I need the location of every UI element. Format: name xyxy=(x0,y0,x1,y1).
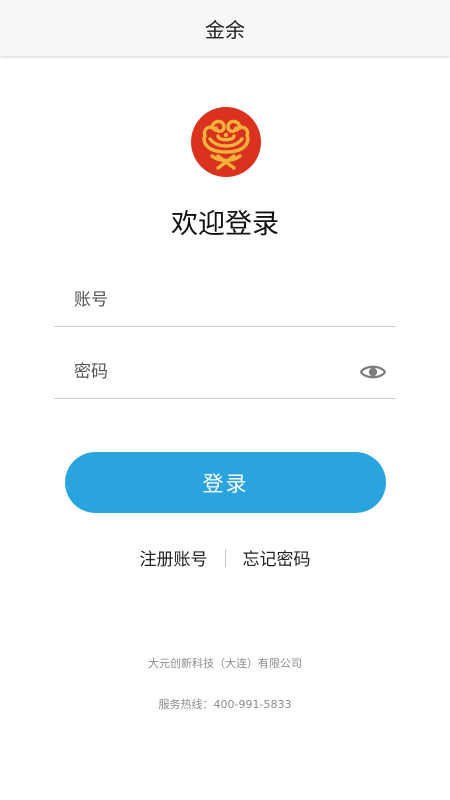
account-links: 注册账号 忘记密码 xyxy=(0,545,450,570)
register-link[interactable]: 注册账号 xyxy=(140,545,208,570)
app-title: 金余 xyxy=(205,17,245,42)
top-bar: 金余 xyxy=(0,0,450,56)
auspicious-cloud-logo-icon xyxy=(191,107,261,177)
eye-icon[interactable] xyxy=(360,362,386,382)
welcome-heading: 欢迎登录 xyxy=(171,209,279,240)
account-field xyxy=(54,274,396,327)
company-name: 大元创新科技（大连）有限公司 xyxy=(148,657,302,670)
password-field xyxy=(54,346,396,399)
forgot-password-link[interactable]: 忘记密码 xyxy=(243,545,311,570)
service-hotline: 服务热线：400-991-5833 xyxy=(158,698,292,711)
login-screen: 金余 欢迎登录 登录 注册账号 忘记密码 大元 xyxy=(0,0,450,800)
login-button[interactable]: 登录 xyxy=(65,452,386,513)
links-divider xyxy=(224,548,226,567)
account-input[interactable] xyxy=(54,280,344,320)
password-input[interactable] xyxy=(54,352,344,392)
